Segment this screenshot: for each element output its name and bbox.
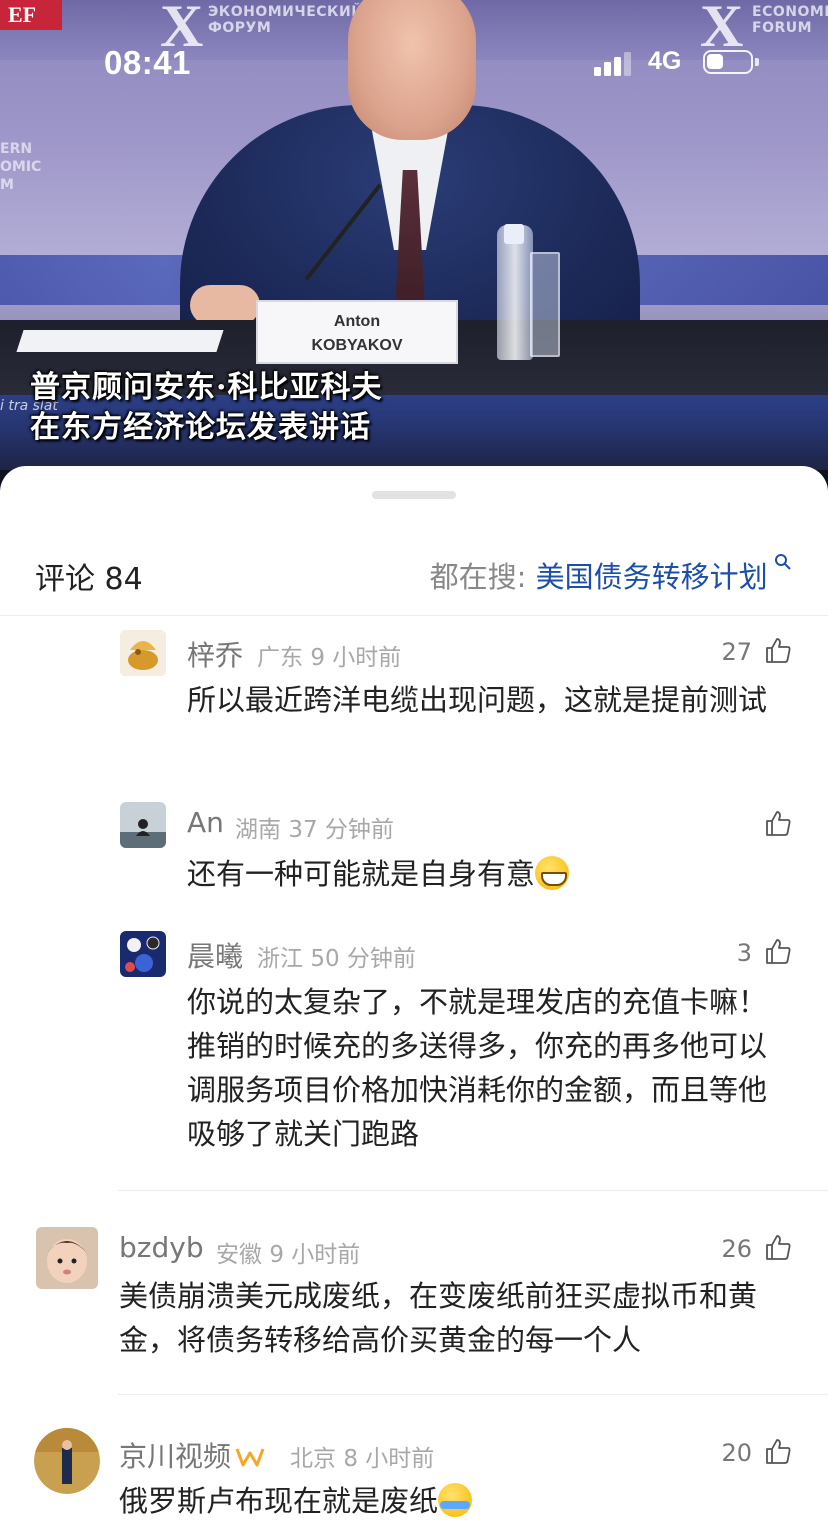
- like-count: 26: [721, 1235, 752, 1263]
- thumbs-up-icon[interactable]: [764, 1437, 792, 1465]
- hot-search-prefix: 都在搜:: [429, 560, 536, 594]
- comments-sheet[interactable]: 评论 84 都在搜: 美国债务转移计划 梓乔 广东 9 小时前 27 所以最近跨…: [0, 466, 828, 1526]
- like-count: 20: [721, 1439, 752, 1467]
- comment-region: 北京: [290, 1446, 336, 1472]
- search-icon[interactable]: [768, 552, 792, 576]
- sheet-drag-handle[interactable]: [372, 491, 456, 499]
- bottle-cap: [504, 224, 524, 244]
- verified-badge-icon: [235, 1443, 265, 1473]
- comment-author[interactable]: bzdyb: [119, 1231, 204, 1264]
- comment-meta: 湖南 37 分钟前: [235, 810, 394, 844]
- comment-text-row: 还有一种可能就是自身有意: [187, 852, 787, 896]
- comments-header: 评论 84 都在搜: 美国债务转移计划: [0, 536, 828, 616]
- thumbs-up-icon[interactable]: [764, 809, 792, 837]
- avatar[interactable]: [36, 1227, 98, 1289]
- avatar[interactable]: [120, 630, 166, 676]
- comment-meta: 北京 8 小时前: [290, 1439, 434, 1473]
- comment-author[interactable]: 京川视频: [119, 1440, 231, 1473]
- comment-author[interactable]: 晨曦: [187, 935, 243, 975]
- like-count: 3: [736, 939, 752, 967]
- comment-text-row: 俄罗斯卢布现在就是废纸: [119, 1479, 791, 1523]
- comment-divider: [118, 1190, 828, 1191]
- comment-time: 50 分钟前: [310, 946, 416, 972]
- comment-meta: 安徽 9 小时前: [216, 1235, 360, 1269]
- comment-time: 37 分钟前: [288, 817, 394, 843]
- comment-text: 你说的太复杂了，不就是理发店的充值卡嘛！推销的时候充的多送得多，你充的再多他可以…: [187, 985, 768, 1151]
- comment-author[interactable]: An: [187, 806, 224, 839]
- thumbs-up-icon[interactable]: [764, 1233, 792, 1261]
- thumbs-up-icon[interactable]: [764, 937, 792, 965]
- signal-strength-icon: [594, 50, 634, 76]
- backdrop-side-text: ERN OMIC M: [0, 141, 42, 193]
- subtitle-line-1: 普京顾问安东·科比亚科夫: [30, 370, 383, 405]
- avatar[interactable]: [120, 802, 166, 848]
- comment-region: 浙江: [257, 946, 303, 972]
- comment-author-row: 京川视频: [119, 1435, 271, 1475]
- comment-time: 9 小时前: [269, 1242, 361, 1268]
- water-bottle: [497, 225, 533, 360]
- comment-region: 广东: [257, 645, 303, 671]
- water-glass: [530, 252, 560, 357]
- avatar[interactable]: [34, 1428, 100, 1494]
- nameplate: Anton KOBYAKOV: [256, 300, 458, 364]
- video-subtitle: 普京顾问安东·科比亚科夫 在东方经济论坛发表讲话: [30, 368, 382, 448]
- battery-icon: [703, 50, 759, 74]
- comment-meta: 广东 9 小时前: [257, 638, 401, 672]
- comment-region: 安徽: [216, 1242, 262, 1268]
- crying-laughing-emoji-icon: [438, 1483, 473, 1517]
- comments-title: 评论 84: [35, 562, 143, 597]
- status-time: 08:41: [104, 44, 191, 81]
- avatar[interactable]: [120, 931, 166, 977]
- like-count: 27: [721, 638, 752, 666]
- comment-region: 湖南: [235, 817, 281, 843]
- nameplate-first-name: Anton: [333, 313, 381, 330]
- grin-emoji-icon: [535, 856, 570, 890]
- comment-text: 俄罗斯卢布现在就是废纸: [119, 1484, 439, 1518]
- comment-text: 还有一种可能就是自身有意: [187, 857, 536, 891]
- comment-text: 所以最近跨洋电缆出现问题，这就是提前测试: [187, 683, 768, 717]
- thumbs-up-icon[interactable]: [764, 636, 792, 664]
- comment-time: 8 小时前: [343, 1446, 435, 1472]
- hot-search-term[interactable]: 美国债务转移计划: [536, 560, 768, 594]
- comment-meta: 浙江 50 分钟前: [257, 939, 416, 973]
- paper-sheet: [16, 330, 224, 352]
- comment-author[interactable]: 梓乔: [187, 634, 243, 674]
- hot-search-link[interactable]: 都在搜: 美国债务转移计划: [430, 554, 792, 596]
- comment-time: 9 小时前: [310, 645, 402, 671]
- status-bar: 08:41 4G: [0, 0, 828, 120]
- comment-divider: [118, 1394, 828, 1395]
- subtitle-line-2: 在东方经济论坛发表讲话: [30, 410, 371, 445]
- network-type: 4G: [648, 47, 682, 75]
- comment-text: 美债崩溃美元成废纸，在变废纸前狂买虚拟币和黄金，将债务转移给高价买黄金的每一个人: [119, 1279, 758, 1357]
- nameplate-last-name: KOBYAKOV: [311, 337, 403, 354]
